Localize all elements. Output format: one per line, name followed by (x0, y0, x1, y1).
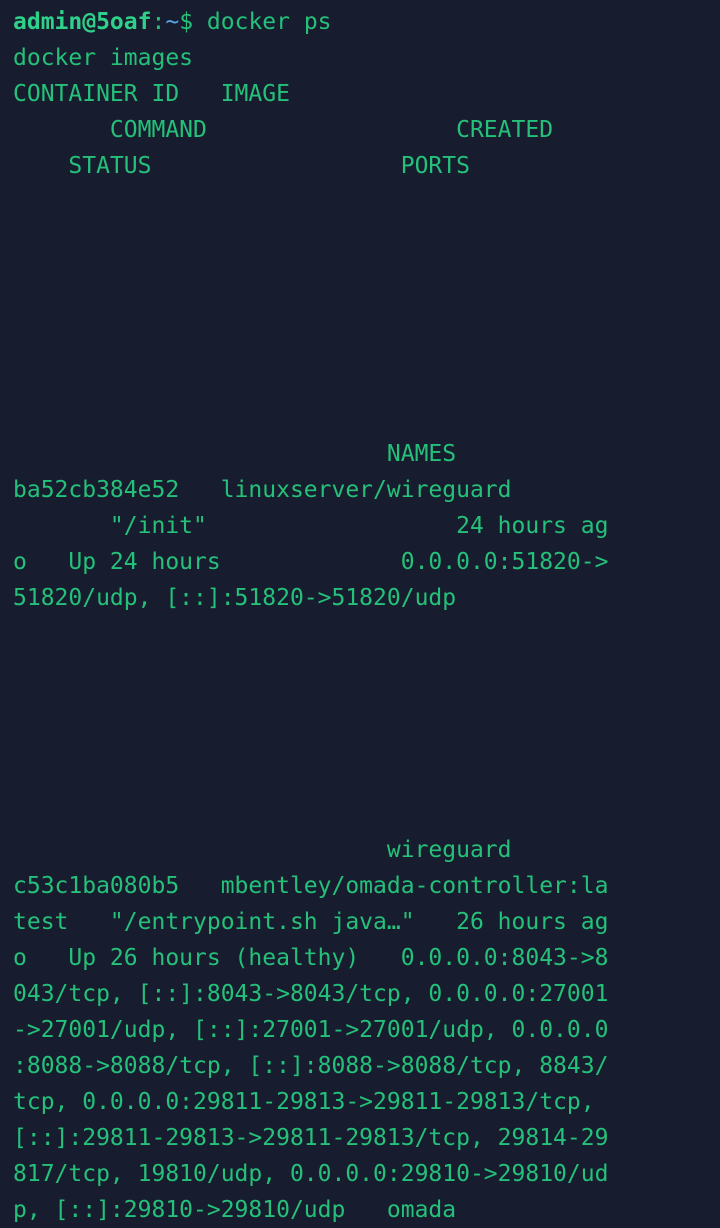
output-line: c53c1ba080b5 mbentley/omada-controller:l… (13, 873, 609, 899)
prompt-command: docker ps (206, 9, 332, 35)
prompt-line: admin@5oaf:~$ docker ps (13, 4, 720, 40)
output-line: ba52cb384e52 linuxserver/wireguard (13, 477, 512, 503)
output-line: o Up 26 hours (healthy) 0.0.0.0:8043->8 (13, 945, 609, 971)
output-line: NAMES (13, 441, 457, 467)
output-line: STATUS PORTS (13, 153, 470, 179)
output-line: [::]:29811-29813->29811-29813/tcp, 29814… (13, 1125, 609, 1151)
output-line: 817/tcp, 19810/udp, 0.0.0.0:29810->29810… (13, 1161, 609, 1187)
output-line: CONTAINER ID IMAGE (13, 81, 290, 107)
prompt-separator: : (151, 9, 166, 35)
output-line: test "/entrypoint.sh java…" 26 hours ag (13, 909, 609, 935)
output-line: :8088->8088/tcp, [::]:8088->8088/tcp, 88… (13, 1053, 609, 1079)
output-line: "/init" 24 hours ag (13, 513, 609, 539)
terminal-output[interactable]: admin@5oaf:~$ docker ps docker images CO… (0, 0, 720, 1223)
output-line: tcp, 0.0.0.0:29811-29813->29811-29813/tc… (13, 1089, 595, 1115)
output-line: p, [::]:29810->29810/udp omada (13, 1197, 457, 1223)
output-line: o Up 24 hours 0.0.0.0:51820-> (13, 549, 609, 575)
prompt-path: ~ (165, 9, 180, 35)
output-line: wireguard (13, 837, 512, 863)
output-line: 51820/udp, [::]:51820->51820/udp (13, 585, 457, 611)
prompt-symbol: $ (179, 9, 207, 35)
output-line: docker images (13, 45, 194, 71)
output-line: 043/tcp, [::]:8043->8043/tcp, 0.0.0.0:27… (13, 981, 609, 1007)
output-line: ->27001/udp, [::]:27001->27001/udp, 0.0.… (13, 1017, 609, 1043)
output-line: COMMAND CREATED (13, 117, 554, 143)
prompt-user-host: admin@5oaf (13, 9, 152, 35)
